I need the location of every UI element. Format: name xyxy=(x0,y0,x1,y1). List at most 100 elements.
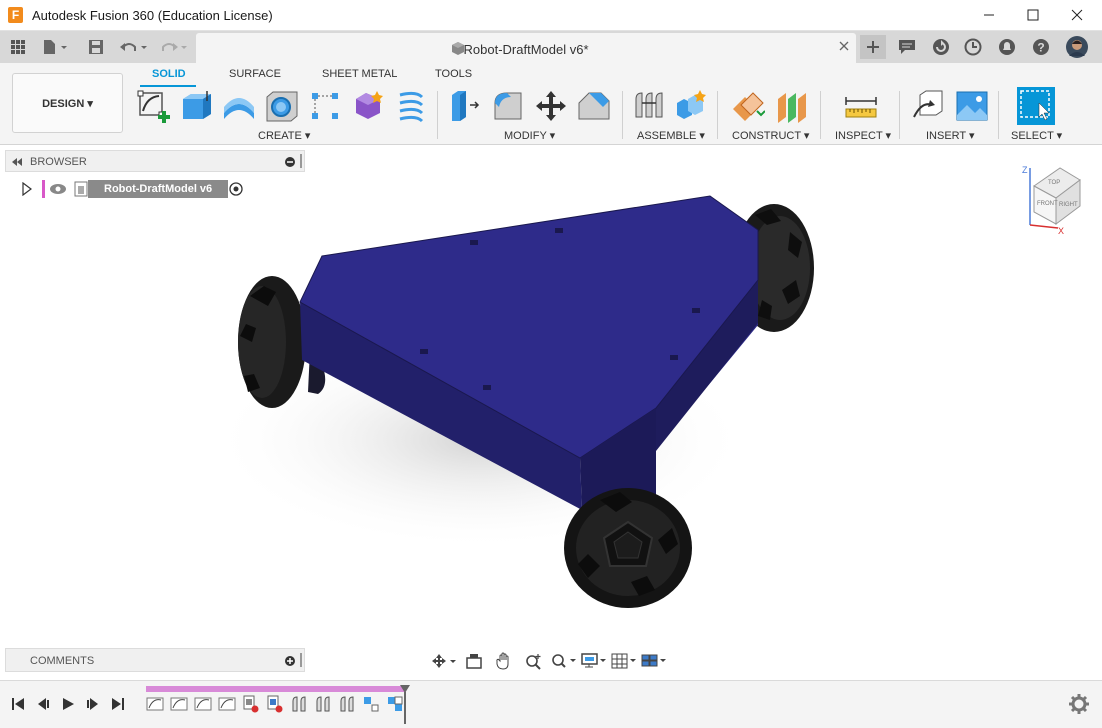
tab-surface[interactable]: SURFACE xyxy=(229,68,281,80)
apps-grid-button[interactable] xyxy=(8,36,28,58)
press-pull-icon[interactable] xyxy=(448,89,482,123)
visibility-eye-icon[interactable] xyxy=(49,183,67,195)
minimize-button[interactable] xyxy=(966,0,1012,30)
zoom-button[interactable] xyxy=(520,651,548,671)
timeline-settings-gear-icon[interactable] xyxy=(1068,693,1090,715)
tab-tools[interactable]: TOOLS xyxy=(435,68,472,80)
ribbon-separator xyxy=(998,91,999,139)
play-button[interactable] xyxy=(58,694,78,714)
undo-button[interactable] xyxy=(118,36,150,58)
timeline-component-feature[interactable] xyxy=(266,695,284,713)
user-avatar[interactable] xyxy=(1064,36,1090,58)
view-cube[interactable]: Z X TOP FRONT RIGHT xyxy=(1022,165,1081,236)
grid-icon xyxy=(611,653,636,669)
midplane-icon[interactable] xyxy=(774,89,808,123)
go-to-end-button[interactable] xyxy=(108,694,128,714)
insert-canvas-icon[interactable] xyxy=(955,89,989,123)
tab-sheet-metal[interactable]: SHEET METAL xyxy=(322,68,397,80)
browser-root-name[interactable]: Robot-DraftModel v6 xyxy=(88,180,228,198)
canvas-viewport[interactable]: Z X TOP FRONT RIGHT xyxy=(0,145,1102,680)
timeline-sketch-feature[interactable] xyxy=(194,695,212,713)
assemble-group-label[interactable]: ASSEMBLE ▾ xyxy=(637,129,705,142)
orbit-button[interactable] xyxy=(430,651,458,671)
coil-icon[interactable] xyxy=(394,89,428,123)
modify-group-label[interactable]: MODIFY ▾ xyxy=(504,129,555,142)
comments-button[interactable] xyxy=(896,36,918,58)
close-window-button[interactable] xyxy=(1054,0,1100,30)
maximize-button[interactable] xyxy=(1010,0,1056,30)
timeline-sketch-feature[interactable] xyxy=(170,695,188,713)
select-icon[interactable] xyxy=(1017,87,1055,125)
browser-panel-header[interactable]: BROWSER xyxy=(5,150,305,172)
panel-resize-handle[interactable] xyxy=(300,653,302,667)
redo-button[interactable] xyxy=(158,36,190,58)
document-tab[interactable]: Robot-DraftModel v6* xyxy=(196,33,856,63)
select-group-label[interactable]: SELECT ▾ xyxy=(1011,129,1062,142)
data-panel-button[interactable] xyxy=(930,36,952,58)
ribbon-separator xyxy=(820,91,821,139)
save-button[interactable] xyxy=(86,36,106,58)
joint-icon[interactable] xyxy=(632,89,666,123)
move-copy-icon[interactable] xyxy=(534,89,568,123)
minimize-panel-icon[interactable] xyxy=(284,156,296,168)
viewcube-top-label: TOP xyxy=(1048,180,1060,186)
close-icon xyxy=(1071,9,1083,21)
rectangular-pattern-icon[interactable] xyxy=(308,89,342,123)
measure-icon[interactable] xyxy=(844,89,878,123)
extrude-icon[interactable] xyxy=(180,89,214,123)
step-back-icon xyxy=(38,698,49,710)
file-menu-button[interactable] xyxy=(40,36,72,58)
expand-triangle-icon[interactable] xyxy=(22,182,32,196)
revolve-icon[interactable] xyxy=(222,89,256,123)
look-at-button[interactable] xyxy=(460,651,488,671)
comments-title: COMMENTS xyxy=(30,655,95,667)
ribbon-separator xyxy=(437,91,438,139)
activate-radio-icon[interactable] xyxy=(229,182,243,196)
tab-solid[interactable]: SOLID xyxy=(152,68,186,80)
chamfer-icon[interactable] xyxy=(577,89,611,123)
job-status-button[interactable] xyxy=(962,36,984,58)
timeline-joint-feature[interactable] xyxy=(314,695,332,713)
step-forward-button[interactable] xyxy=(83,694,103,714)
new-component-icon[interactable] xyxy=(674,89,708,123)
svg-text:?: ? xyxy=(1037,41,1044,55)
notifications-button[interactable] xyxy=(996,36,1018,58)
timeline-sketch-feature[interactable] xyxy=(218,695,236,713)
create-sketch-icon[interactable] xyxy=(137,89,171,123)
help-button[interactable]: ? xyxy=(1030,36,1052,58)
timeline-pattern-feature[interactable] xyxy=(386,695,404,713)
create-group-label[interactable]: CREATE ▾ xyxy=(258,129,310,142)
timeline-joint-feature[interactable] xyxy=(338,695,356,713)
browser-root-item[interactable]: Robot-DraftModel v6 xyxy=(18,180,258,198)
display-settings-button[interactable] xyxy=(580,651,608,671)
new-tab-button[interactable] xyxy=(860,35,886,59)
timeline-track[interactable] xyxy=(146,686,406,692)
comments-panel[interactable]: COMMENTS xyxy=(5,648,305,672)
go-to-start-button[interactable] xyxy=(8,694,28,714)
insert-group-label[interactable]: INSERT ▾ xyxy=(926,129,975,142)
close-tab-button[interactable] xyxy=(838,39,850,56)
grid-snaps-button[interactable] xyxy=(610,651,638,671)
collapse-arrows-icon[interactable] xyxy=(11,157,23,167)
step-back-button[interactable] xyxy=(33,694,53,714)
viewports-button[interactable] xyxy=(640,651,668,671)
fit-button[interactable] xyxy=(550,651,578,671)
insert-derive-icon[interactable] xyxy=(912,89,946,123)
timeline-joint-feature[interactable] xyxy=(290,695,308,713)
timeline-pattern-feature[interactable] xyxy=(362,695,380,713)
pan-button[interactable] xyxy=(490,651,518,671)
fillet-icon[interactable] xyxy=(491,89,525,123)
active-tab-indicator xyxy=(140,85,196,87)
workspace-switcher[interactable]: DESIGN ▾ xyxy=(12,73,123,133)
x-axis-label: X xyxy=(1058,226,1064,236)
offset-plane-icon[interactable] xyxy=(731,89,765,123)
inspect-group-label[interactable]: INSPECT ▾ xyxy=(835,129,891,142)
hole-icon[interactable] xyxy=(265,89,299,123)
panel-resize-handle[interactable] xyxy=(300,154,302,168)
timeline-component-feature[interactable] xyxy=(242,695,260,713)
add-comment-icon[interactable] xyxy=(284,655,296,667)
timeline-sketch-feature[interactable] xyxy=(146,695,164,713)
omni-wheel-front[interactable] xyxy=(564,488,692,608)
construct-group-label[interactable]: CONSTRUCT ▾ xyxy=(732,129,809,142)
create-form-icon[interactable] xyxy=(351,89,385,123)
